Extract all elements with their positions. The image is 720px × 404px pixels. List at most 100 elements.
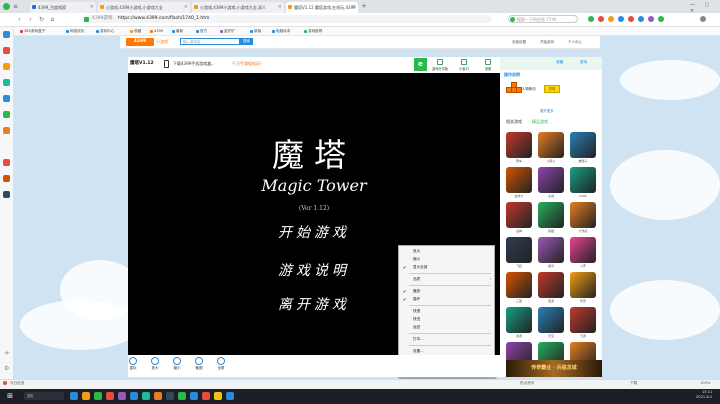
game-thumbnail-label[interactable]: 飞跃	[504, 264, 534, 268]
game-thumbnail[interactable]	[538, 237, 564, 263]
taskbar-app-icon[interactable]	[154, 392, 162, 400]
url-field[interactable]: 4399游戏 https://www.4399.com/flash/1740_1…	[82, 15, 492, 23]
game-thumbnail-label[interactable]: 火柴人	[536, 159, 566, 163]
game-thumbnail-label[interactable]: 合成大	[504, 194, 534, 198]
game-thumbnail-label[interactable]: 传奇	[568, 299, 598, 303]
game-thumbnail[interactable]	[538, 202, 564, 228]
sidebar-app-icon[interactable]	[3, 63, 10, 70]
tab-related-games[interactable]: 相关游戏	[506, 119, 522, 125]
game-thumbnail-label[interactable]: 推箱子	[568, 159, 598, 163]
bookmark-item[interactable]: 电脑玩本	[272, 27, 290, 35]
context-menu-item[interactable]: 快进	[399, 316, 494, 323]
taskbar-app-icon[interactable]	[82, 392, 90, 400]
download-link[interactable]: 千万手游轻松玩！	[232, 61, 264, 67]
extension-icon[interactable]	[588, 16, 594, 22]
game-thumbnail[interactable]	[538, 272, 564, 298]
close-icon[interactable]: ×	[278, 2, 282, 13]
game-thumbnail-label[interactable]: 英雄	[536, 229, 566, 233]
sidebar-app-icon[interactable]	[3, 191, 10, 198]
taskbar-app-icon[interactable]	[166, 392, 174, 400]
bookmark-item[interactable]: 最新	[172, 27, 183, 35]
taskbar-app-icon[interactable]	[190, 392, 198, 400]
new-tab-button[interactable]: +	[361, 2, 367, 10]
tab-magic-tower[interactable]: 魔塔V1.12 魔塔游戏,在线玩,4399 ×	[286, 2, 358, 13]
game-thumbnail-label[interactable]: 勇者	[504, 334, 534, 338]
extension-icon[interactable]	[648, 16, 654, 22]
refresh-button[interactable]: ↻	[38, 16, 45, 23]
bookmark-item[interactable]: 金铲铲	[220, 27, 235, 35]
game-badge-icon[interactable]: e	[414, 58, 427, 71]
game-thumbnail[interactable]	[538, 132, 564, 158]
game-thumbnail-label[interactable]: 王者	[568, 334, 598, 338]
taskbar-app-icon[interactable]	[178, 392, 186, 400]
tab-featured-games[interactable]: 精品游戏	[532, 119, 548, 125]
context-menu-item[interactable]: 返回	[399, 324, 494, 331]
browser-search-input[interactable]: 搜索一下的信息 7749	[508, 15, 578, 23]
game-thumbnail-label[interactable]: 斗罗	[568, 264, 598, 268]
ad-banner[interactable]: 传奇霸业 · 兵临龙城	[506, 360, 602, 377]
taskbar-app-icon[interactable]	[202, 392, 210, 400]
game-thumbnail[interactable]	[570, 202, 596, 228]
taskbar-search[interactable]: 搜索	[24, 392, 64, 400]
bookmark-item[interactable]: 4399	[150, 27, 163, 35]
game-thumbnail[interactable]	[506, 132, 532, 158]
game-thumbnail[interactable]	[570, 307, 596, 333]
site-search-button[interactable]: 搜索	[240, 38, 253, 45]
gear-icon[interactable]: ⚙	[4, 365, 9, 372]
taskbar-clock[interactable]: 15:11 2021-6-2	[696, 390, 712, 400]
extension-icon[interactable]	[658, 16, 664, 22]
header-link[interactable]: 开始游戏	[540, 38, 554, 46]
game-thumbnail[interactable]	[506, 167, 532, 193]
sidebar-app-icon[interactable]	[3, 95, 10, 102]
replay-button[interactable]: 重玩	[124, 357, 142, 371]
small-window-button[interactable]: 小窗口	[452, 58, 476, 73]
game-thumbnail[interactable]	[506, 237, 532, 263]
sidebar-app-icon[interactable]	[3, 175, 10, 182]
sidebar-app-icon[interactable]	[3, 79, 10, 86]
bookmark-item[interactable]: 360游戏盒子	[20, 27, 45, 35]
site-search-input[interactable]: 输入游戏名	[180, 38, 240, 45]
fullscreen-button[interactable]: 全屏	[212, 357, 230, 371]
home-button[interactable]: ⌂	[49, 16, 56, 23]
share-version-button[interactable]: 游戏分享版	[428, 58, 452, 73]
close-icon[interactable]: ×	[90, 2, 94, 13]
header-link[interactable]: 个人中心	[568, 38, 582, 46]
taskbar-app-icon[interactable]	[94, 392, 102, 400]
sidebar-app-icon[interactable]	[3, 127, 10, 134]
games-link[interactable]: 游戏	[580, 60, 587, 65]
sidebar-app-icon[interactable]	[3, 31, 10, 38]
bookmark-item[interactable]: 新版	[250, 27, 261, 35]
taskbar-app-icon[interactable]	[70, 392, 78, 400]
taskbar-app-icon[interactable]	[106, 392, 114, 400]
status-left-text[interactable]: 今日优选	[10, 381, 24, 386]
game-thumbnail-label[interactable]: 主城	[536, 194, 566, 198]
bookmark-item[interactable]: 收藏	[130, 27, 141, 35]
game-thumbnail-label[interactable]: 大作战	[568, 229, 598, 233]
favorite-link[interactable]: 收藏	[556, 60, 563, 65]
taskbar-app-icon[interactable]	[142, 392, 150, 400]
tab-4399-list-1[interactable]: 小游戏,4399小游戏,小游戏大全 ×	[98, 2, 190, 13]
game-thumbnail[interactable]	[570, 132, 596, 158]
game-thumbnail[interactable]	[506, 202, 532, 228]
extension-icon[interactable]	[618, 16, 624, 22]
site-logo[interactable]: 4399	[126, 38, 154, 46]
context-menu-item[interactable]: ✔ 循环	[399, 296, 494, 303]
context-menu-item[interactable]: 打印...	[399, 336, 494, 343]
taskbar-app-icon[interactable]	[226, 392, 234, 400]
expand-more-link[interactable]: 展开更多	[540, 108, 554, 113]
context-menu-item[interactable]: 快退	[399, 308, 494, 315]
sidebar-app-icon[interactable]	[3, 159, 10, 166]
game-thumbnail[interactable]	[570, 167, 596, 193]
game-thumbnail[interactable]	[506, 307, 532, 333]
game-thumbnail-label[interactable]: 魔兽	[536, 264, 566, 268]
add-icon[interactable]: +	[4, 349, 10, 357]
zoom-out-button[interactable]: 缩小	[168, 357, 186, 371]
extension-icon[interactable]	[638, 16, 644, 22]
game-thumbnail-label[interactable]: 战神	[504, 229, 534, 233]
game-thumbnail-label[interactable]: 天空	[536, 334, 566, 338]
taskbar-app-icon[interactable]	[118, 392, 126, 400]
browser-logo-icon[interactable]	[3, 3, 10, 10]
start-game-option[interactable]: 开始游戏	[128, 222, 500, 242]
game-thumbnail[interactable]	[538, 167, 564, 193]
menu-icon[interactable]	[700, 16, 706, 22]
